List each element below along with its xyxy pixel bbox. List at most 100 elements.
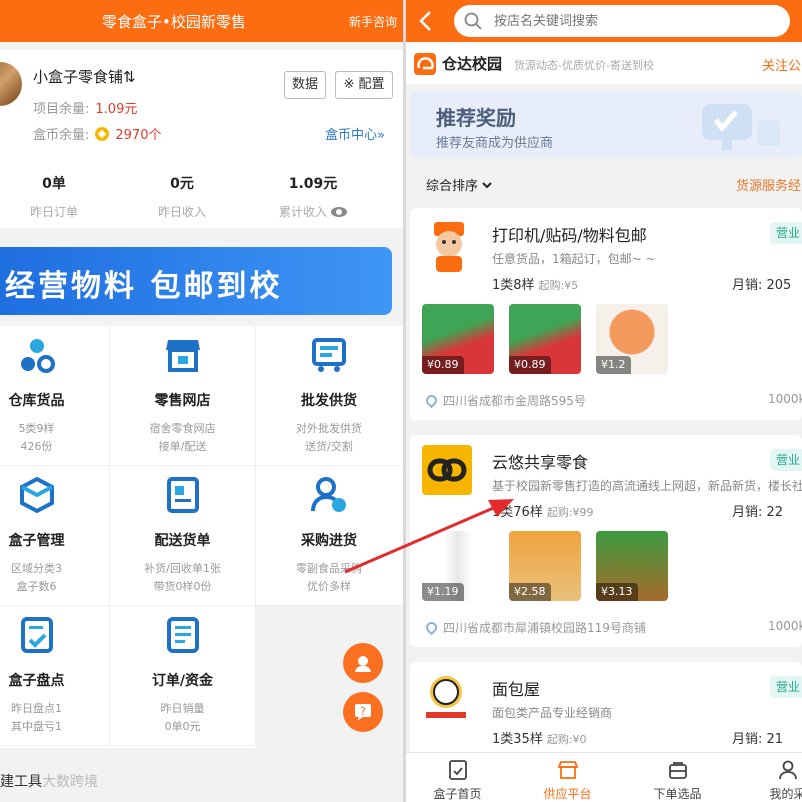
shop-card-yunyou[interactable]: 云悠共享零食 营业 基于校园新零售打造的高流通线上网超，新品新货，楼长社 1类7… <box>410 435 802 647</box>
price-tag: ¥0.89 <box>422 356 464 374</box>
help-link[interactable]: 新手咨询 <box>349 13 397 30</box>
shop-card-printer[interactable]: 打印机/贴码/物料包邮 营业 任意货品，1箱起订，包邮~ ~ 1类8样 起购:¥5… <box>410 208 802 420</box>
coin-center-link[interactable]: 盒币中心» <box>325 124 385 143</box>
grid-sub-text: 区域分类3 <box>11 562 62 575</box>
feature-grid: 仓库货品 5类9样 426份 零售网店 宿舍零食网店 接单/配送 批发供货 对外… <box>0 326 403 748</box>
product-thumb[interactable]: ¥0.89 <box>509 304 581 374</box>
monthly-sales: 月销: 22 <box>732 505 784 520</box>
store-tab-icon <box>557 761 578 779</box>
headset-icon <box>355 656 371 672</box>
product-thumb[interactable]: ¥1.2 <box>596 304 668 374</box>
grid-sub: 426份 <box>20 440 53 453</box>
grid-sub: 宿舍零食网店 <box>149 422 216 435</box>
price-tag: ¥0.89 <box>509 356 551 374</box>
search-input[interactable] <box>454 5 790 37</box>
grid-sub: 0单0元 <box>164 720 201 733</box>
store-icon <box>165 340 200 372</box>
shop-address: 四川省成都市犀浦镇校园路119号商铺 <box>423 619 646 636</box>
stat-yesterday-income[interactable]: 0元 昨日收入 <box>122 173 242 220</box>
grid-sub: 带货0样0份 <box>153 580 212 593</box>
banner-text: 经营物料 包邮到校 <box>5 269 283 304</box>
data-button[interactable]: 数据 <box>284 71 326 99</box>
yunyou-logo-icon <box>422 445 472 495</box>
brand-mark <box>417 57 434 70</box>
tab-select-products[interactable]: 下单选品 <box>628 753 727 802</box>
customer-service-button[interactable] <box>343 643 383 683</box>
grid-box-manage[interactable]: 盒子管理 区域分类3 盒子数6 <box>0 466 110 606</box>
shop-count: 1类8样 起购:¥5 <box>492 274 578 293</box>
balance-row: 项目余量: 1.09元 <box>33 98 137 117</box>
grid-sub: 补货/回收单1张 <box>144 562 221 575</box>
grid-delivery-orders[interactable]: 配送货单 补货/回收单1张 带货0样0份 <box>110 466 256 606</box>
grid-sub: 区域分类3 <box>0 560 109 576</box>
mascot-logo-icon <box>434 222 464 272</box>
grid-retail-store[interactable]: 零售网店 宿舍零食网店 接单/配送 <box>110 326 256 466</box>
follow-link[interactable]: 关注公 <box>762 55 801 74</box>
product-thumb[interactable]: ¥0.89 <box>422 304 494 374</box>
product-thumb[interactable]: ¥1.19 <box>422 531 494 601</box>
shop-count: 1类35样 起购:¥0 <box>492 728 587 747</box>
shop-desc: 基于校园新零售打造的高流通线上网超，新品新货，楼长社 <box>492 479 802 493</box>
config-button[interactable]: ※ 配置 <box>335 71 393 99</box>
location-pin-icon <box>423 392 440 409</box>
grid-title: 零售网店 <box>154 393 211 409</box>
reward-illustration-icon <box>702 104 780 150</box>
back-arrow-icon[interactable] <box>416 9 436 33</box>
grid-wholesale[interactable]: 批发供货 对外批发供货 送货/交割 <box>256 326 402 466</box>
wholesale-icon <box>312 338 346 372</box>
brand-name: 仓达校园 <box>442 55 503 73</box>
bottom-tools-label: 建工具大数跨境 <box>0 771 98 791</box>
tab-label: 我的采 <box>769 787 802 801</box>
address-text: 四川省成都市犀浦镇校园路119号商铺 <box>443 621 646 635</box>
question-icon: ? <box>355 704 371 721</box>
delivery-doc-icon <box>166 477 199 513</box>
status-badge: 营业 <box>770 676 802 698</box>
grid-orders-funds[interactable]: 订单/资金 昨日销量 0单0元 <box>110 606 256 746</box>
promo-banner[interactable]: 经营物料 包邮到校 <box>0 247 392 315</box>
stat-label-text: 累计收入 <box>278 205 327 219</box>
grid-sub: 零副食品采购 <box>296 562 362 575</box>
grid-sub: 对外批发供货 <box>296 422 362 435</box>
reward-banner[interactable]: 推荐奖励 推荐友商成为供应商 <box>410 92 802 158</box>
price-tag: ¥1.2 <box>596 356 631 374</box>
grid-sub: 其中盘亏1 <box>11 720 62 733</box>
monthly-sales: 月销: 21 <box>732 732 784 747</box>
coin-value: 2970个 <box>115 128 162 143</box>
tab-box-home[interactable]: 盒子首页 <box>408 753 507 802</box>
doc-home-icon <box>448 760 467 780</box>
grid-box-inventory[interactable]: 盒子盘点 昨日盘点1 其中盘亏1 <box>0 606 110 746</box>
reward-subtitle: 推荐友商成为供应商 <box>436 136 554 151</box>
stat-label: 昨日收入 <box>157 205 206 219</box>
count-text: 1类76样 <box>492 505 543 520</box>
coin-icon <box>95 127 110 141</box>
grid-purchase[interactable]: 采购进货 零副食品采购 优价多样 <box>256 466 402 606</box>
stat-label: 累计收入 <box>253 203 373 220</box>
stat-label: 昨日订单 <box>29 205 78 219</box>
tab-label: 供应平台 <box>543 787 592 801</box>
grid-title: 订单/资金 <box>151 673 214 689</box>
address-text: 四川省成都市金周路595号 <box>443 394 586 408</box>
shop-name[interactable]: 小盒子零食铺⇅ <box>33 66 136 87</box>
search-icon <box>464 12 482 30</box>
grid-warehouse[interactable]: 仓库货品 5类9样 426份 <box>0 326 110 466</box>
stat-total-income[interactable]: 1.09元 累计收入 <box>253 173 373 220</box>
sort-dropdown[interactable]: 综合排序 <box>426 175 492 194</box>
min-order: 起购:¥5 <box>538 279 579 292</box>
stat-value: 0单 <box>42 176 66 192</box>
status-badge: 营业 <box>770 222 802 244</box>
supply-service-link[interactable]: 货源服务经 <box>736 175 801 194</box>
faq-button[interactable]: ? <box>343 692 383 732</box>
inventory-check-icon <box>20 617 53 653</box>
product-thumb[interactable]: ¥3.13 <box>596 531 668 601</box>
product-thumb[interactable]: ¥2.58 <box>509 531 581 601</box>
tab-supply-platform[interactable]: 供应平台 <box>518 753 617 802</box>
shop-name: 面包屋 <box>492 680 541 699</box>
tab-label: 盒子首页 <box>433 787 482 801</box>
shop-desc: 任意货品，1箱起订，包邮~ ~ <box>492 252 656 266</box>
grid-sub: 接单/配送 <box>158 440 207 453</box>
stat-yesterday-orders[interactable]: 0单昨日订单 <box>0 173 114 220</box>
tab-my-purchase[interactable]: 我的采 <box>738 753 802 802</box>
purchase-user-icon <box>311 477 346 512</box>
eye-icon[interactable] <box>331 207 347 217</box>
grid-title: 盒子盘点 <box>8 673 65 689</box>
